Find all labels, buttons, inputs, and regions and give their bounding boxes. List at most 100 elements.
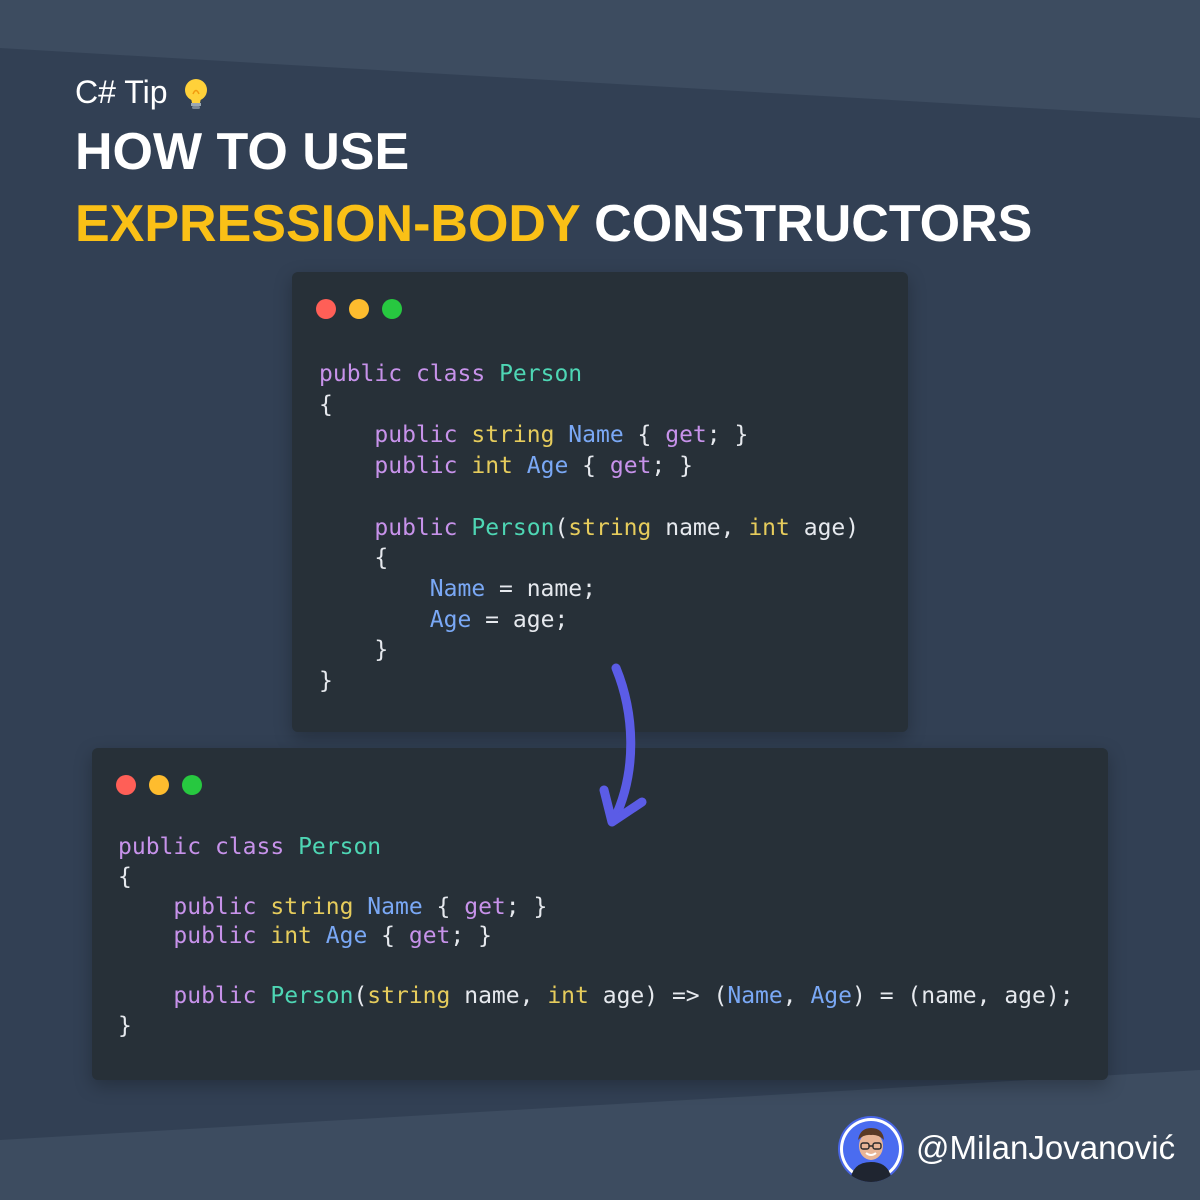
code-token: name, — [651, 514, 749, 541]
code-token: ; } — [651, 453, 693, 480]
code-token: { — [367, 923, 409, 950]
code-token: { — [118, 863, 132, 890]
code-token: get — [408, 923, 451, 950]
code-token: string — [270, 893, 354, 920]
code-token: public — [173, 982, 257, 1009]
code-block-before: public class Person { public string Name… — [319, 359, 859, 697]
close-dot-icon — [116, 775, 136, 795]
code-token: public — [374, 453, 458, 480]
code-token: ( — [353, 982, 368, 1009]
minimize-dot-icon — [349, 299, 369, 319]
code-token: } — [118, 1012, 132, 1039]
code-token: age) — [789, 514, 860, 541]
close-dot-icon — [316, 299, 336, 319]
code-token: Age — [810, 982, 852, 1009]
title-line-1: HOW TO USE — [75, 123, 410, 181]
code-token: int — [471, 453, 513, 480]
code-token: Person — [298, 834, 382, 860]
title-line-2: EXPRESSION-BODY CONSTRUCTORS — [75, 194, 1032, 254]
avatar-icon — [840, 1118, 902, 1182]
code-token: { — [623, 422, 666, 449]
code-token: { — [568, 453, 610, 480]
tip-text: C# Tip — [75, 74, 168, 110]
code-token: get — [665, 422, 707, 449]
code-token: ; } — [505, 893, 548, 920]
code-token: { — [319, 545, 389, 572]
code-token: Age — [526, 453, 569, 480]
code-token: name, — [450, 982, 548, 1009]
avatar — [838, 1116, 904, 1182]
code-token: , — [782, 982, 811, 1009]
code-token: Person — [499, 361, 583, 387]
code-block-after: public class Person { public string Name… — [118, 833, 1074, 1042]
code-token: public — [118, 834, 202, 860]
code-token: Name — [727, 982, 783, 1009]
code-token: } — [319, 668, 333, 695]
code-token: Person — [471, 514, 555, 541]
code-token: { — [319, 391, 333, 418]
code-token: int — [270, 923, 312, 950]
maximize-dot-icon — [382, 299, 402, 319]
code-token: public — [173, 893, 257, 920]
code-token: Name — [367, 893, 423, 920]
code-token: = name; — [485, 575, 596, 602]
code-token: ) = (name, age); — [852, 982, 1074, 1009]
code-token: int — [547, 982, 589, 1009]
code-token: string — [367, 982, 451, 1009]
code-token: Name — [429, 575, 486, 602]
code-token: public — [374, 422, 458, 449]
code-token: class — [214, 834, 285, 860]
code-token: age) => ( — [588, 982, 728, 1009]
code-token: public — [173, 923, 257, 950]
code-token: Age — [429, 606, 472, 633]
code-token: = age; — [471, 606, 569, 633]
code-token: ; } — [706, 422, 749, 449]
minimize-dot-icon — [149, 775, 169, 795]
code-token: public — [319, 361, 403, 387]
maximize-dot-icon — [182, 775, 202, 795]
author-handle: @MilanJovanović — [916, 1129, 1176, 1166]
code-token: ( — [554, 514, 569, 541]
tip-label: C# Tip — [75, 72, 210, 112]
code-token: { — [422, 893, 465, 920]
code-token: public — [374, 514, 458, 541]
code-token: int — [748, 514, 790, 541]
code-token: get — [609, 453, 652, 480]
code-token: string — [471, 422, 555, 449]
code-token: } — [319, 637, 389, 664]
code-token: Name — [568, 422, 624, 449]
code-token: string — [568, 514, 652, 541]
tip-card: C# Tip HOW TO USE EXPRESSION-BODY CONSTR… — [0, 0, 1200, 1200]
code-token: get — [464, 893, 506, 920]
title-highlight: EXPRESSION-BODY — [75, 195, 580, 253]
code-token: Age — [325, 923, 368, 950]
code-token: ; } — [450, 923, 492, 950]
lightbulb-icon — [185, 78, 208, 109]
title-rest: CONSTRUCTORS — [594, 195, 1033, 253]
code-token: class — [415, 361, 486, 387]
curved-arrow-down-icon — [599, 663, 647, 827]
code-token: Person — [270, 982, 354, 1009]
